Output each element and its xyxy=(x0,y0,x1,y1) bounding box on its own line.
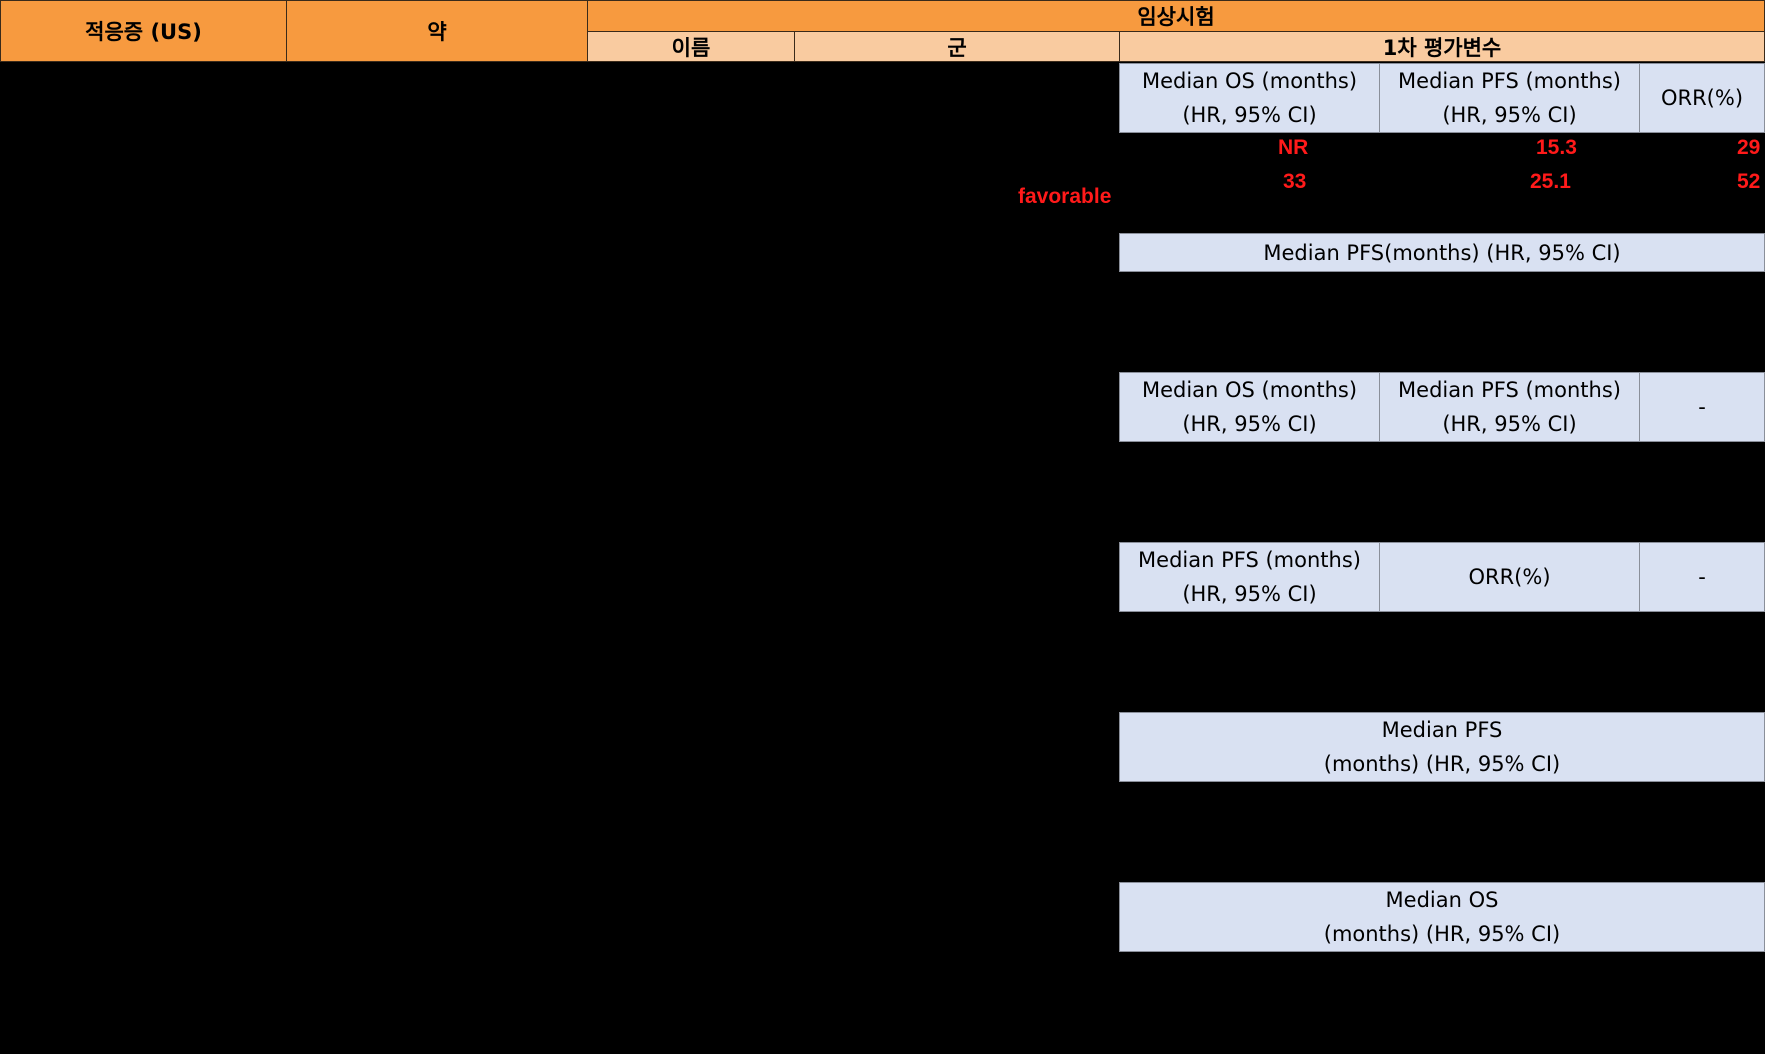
endpoint-cell: Median PFS(months) (HR, 95% CI) xyxy=(1119,233,1765,272)
endpoint-cell: Median PFS (months) (HR, 95% CI) xyxy=(1119,542,1380,612)
header-drug-label: 약 xyxy=(427,20,447,44)
endpoint-line1: ORR(%) xyxy=(1660,86,1744,110)
header-name: 이름 xyxy=(587,31,795,62)
header-name-label: 이름 xyxy=(671,35,711,60)
endpoint-line1: Median OS (months) xyxy=(1141,378,1358,402)
endpoint-line1: Median OS xyxy=(1385,888,1499,912)
endpoint-cell: Median OS (months) (HR, 95% CI) xyxy=(1119,372,1380,442)
header-trial: 임상시험 xyxy=(587,0,1765,32)
header-primary-endpoint-label: 1차 평가변수 xyxy=(1382,35,1502,60)
endpoint-line1: Median OS (months) xyxy=(1141,69,1358,93)
endpoint-cell: Median OS (months) (HR, 95% CI) xyxy=(1119,63,1380,133)
endpoint-cell: ORR(%) xyxy=(1639,63,1765,133)
value-orr-row2: 52 xyxy=(1737,170,1761,193)
header-arm-label: 군 xyxy=(947,35,967,60)
endpoint-cell: Median PFS (months) (HR, 95% CI) xyxy=(1379,63,1640,133)
endpoint-line2: (HR, 95% CI) xyxy=(1442,412,1577,436)
endpoint-line1: - xyxy=(1698,395,1706,419)
endpoint-line1: Median PFS (months) xyxy=(1398,69,1621,93)
endpoint-line1: Median PFS(months) (HR, 95% CI) xyxy=(1263,240,1621,265)
value-os-row1: NR xyxy=(1278,136,1309,159)
header-indication-label: 적응증 (US) xyxy=(85,20,202,44)
endpoint-line1: - xyxy=(1698,565,1706,589)
endpoint-cell: Median PFS (months) (HR, 95% CI) xyxy=(1379,372,1640,442)
endpoint-cell: Median OS (months) (HR, 95% CI) xyxy=(1119,882,1765,952)
endpoint-line2: (HR, 95% CI) xyxy=(1442,103,1577,127)
endpoint-line1: Median PFS (months) xyxy=(1138,548,1361,572)
value-orr-row1: 29 xyxy=(1737,136,1761,159)
value-pfs-row2: 25.1 xyxy=(1530,170,1571,193)
endpoint-line1: Median PFS (months) xyxy=(1398,378,1621,402)
header-trial-label: 임상시험 xyxy=(1137,5,1215,29)
endpoint-line1: Median PFS xyxy=(1381,718,1503,742)
header-primary-endpoint: 1차 평가변수 xyxy=(1119,31,1765,62)
header-drug: 약 xyxy=(286,0,588,62)
endpoint-line2: (months) (HR, 95% CI) xyxy=(1323,752,1561,776)
value-os-row2: 33 xyxy=(1283,170,1307,193)
endpoint-cell: - xyxy=(1639,372,1765,442)
endpoint-line2: (HR, 95% CI) xyxy=(1182,412,1317,436)
favorable-label: favorable xyxy=(1018,185,1112,208)
endpoint-line2: (months) (HR, 95% CI) xyxy=(1323,922,1561,946)
endpoint-line2: (HR, 95% CI) xyxy=(1182,103,1317,127)
endpoint-cell: - xyxy=(1639,542,1765,612)
header-indication: 적응증 (US) xyxy=(0,0,287,62)
endpoint-cell: Median PFS (months) (HR, 95% CI) xyxy=(1119,712,1765,782)
value-pfs-row1: 15.3 xyxy=(1536,136,1577,159)
header-arm: 군 xyxy=(794,31,1120,62)
endpoint-line2: (HR, 95% CI) xyxy=(1182,582,1317,606)
endpoint-cell: ORR(%) xyxy=(1379,542,1640,612)
endpoint-line1: ORR(%) xyxy=(1468,565,1551,589)
